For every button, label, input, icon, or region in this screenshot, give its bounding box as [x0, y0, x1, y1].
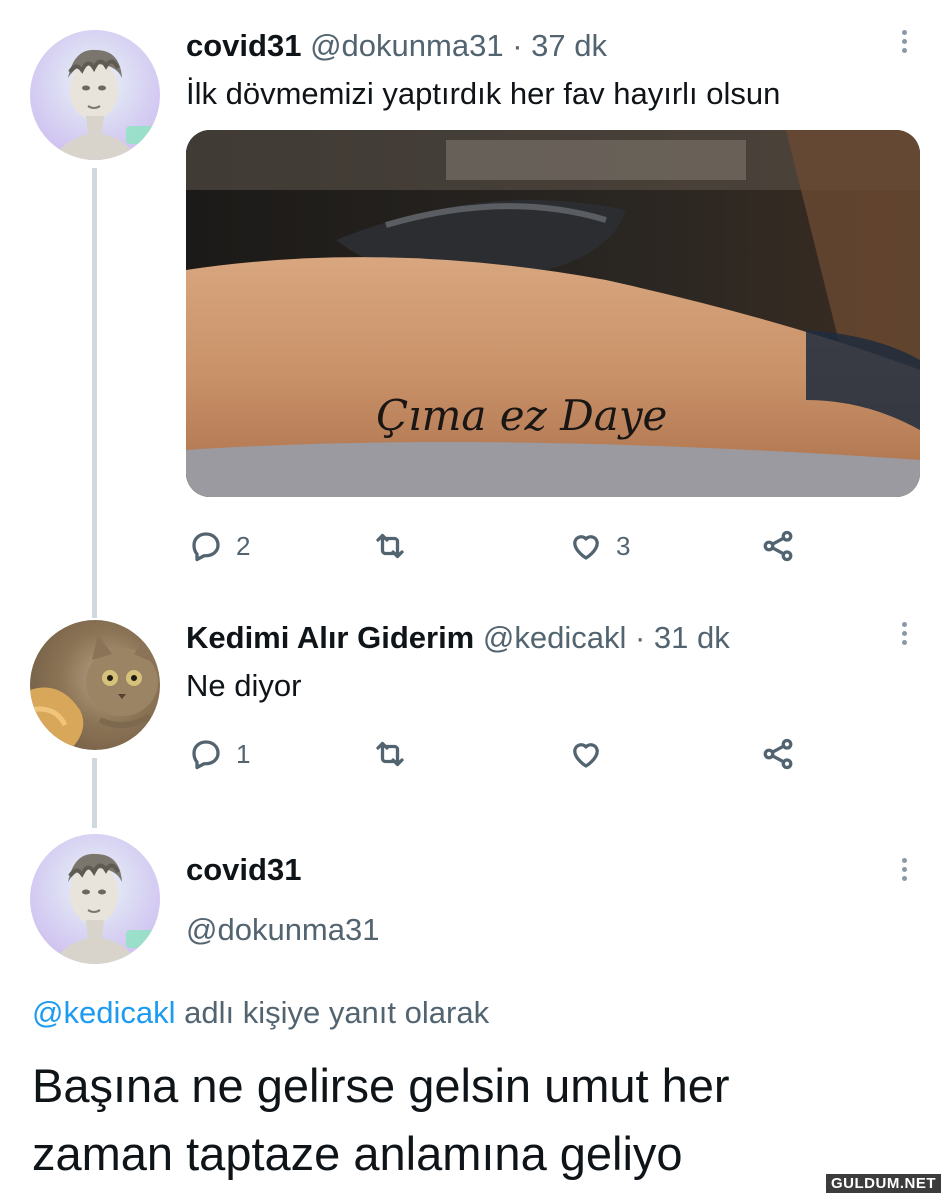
display-name[interactable]: covid31 — [186, 28, 301, 63]
retweet-button[interactable] — [372, 528, 420, 564]
tweet-text: İlk dövmemizi yaptırdık her fav hayırlı … — [186, 76, 781, 111]
timestamp[interactable]: 31 dk — [654, 620, 730, 655]
reply-button[interactable]: 1 — [188, 736, 250, 772]
reply-context-text: adlı kişiye yanıt olarak — [184, 995, 490, 1030]
handle[interactable]: @kedicakl — [483, 620, 626, 655]
watermark: GULDUM.NET — [826, 1174, 941, 1193]
tweet-header: covid31 @dokunma31 · 37 dk — [186, 28, 607, 64]
avatar[interactable] — [30, 620, 160, 750]
more-icon[interactable] — [899, 622, 909, 649]
more-icon[interactable] — [899, 858, 909, 885]
like-icon — [573, 535, 599, 560]
like-icon — [573, 743, 599, 768]
statue-avatar-image — [52, 49, 156, 160]
tweet-header: Kedimi Alır Giderim @kedicakl · 31 dk — [186, 620, 730, 656]
reply-mention-link[interactable]: @kedicakl — [32, 995, 175, 1030]
tweet-header: covid31 — [186, 852, 301, 888]
tattoo-text: Çıma ez Daye — [376, 391, 667, 440]
share-button[interactable] — [760, 528, 796, 564]
tweet-text: Ne diyor — [186, 668, 302, 703]
share-icon — [763, 530, 793, 562]
share-icon — [763, 738, 793, 770]
reply-button[interactable]: 2 — [188, 528, 250, 564]
like-button[interactable]: 3 — [568, 528, 630, 564]
tattoo-photo: Çıma ez Daye — [186, 130, 920, 497]
reply-count: 2 — [236, 530, 251, 561]
reply-icon — [192, 740, 220, 770]
retweet-icon — [376, 741, 404, 767]
retweet-button[interactable] — [372, 736, 420, 772]
tweet-photo[interactable]: Çıma ez Daye — [186, 130, 920, 497]
like-button[interactable] — [568, 736, 616, 772]
separator: · — [512, 28, 523, 63]
thread-connector — [92, 758, 97, 828]
share-button[interactable] — [760, 736, 796, 772]
more-icon[interactable] — [899, 30, 909, 57]
statue-avatar-image — [52, 853, 156, 964]
retweet-icon — [376, 533, 404, 559]
timestamp[interactable]: 37 dk — [531, 28, 607, 63]
reply-count: 1 — [236, 738, 251, 769]
display-name[interactable]: Kedimi Alır Giderim — [186, 620, 474, 655]
reply-context: @kedicakl adlı kişiye yanıt olarak — [32, 995, 489, 1031]
cat-avatar-image — [30, 634, 158, 750]
avatar[interactable] — [30, 30, 160, 160]
like-count: 3 — [616, 530, 631, 561]
thread-connector — [92, 168, 97, 618]
avatar[interactable] — [30, 834, 160, 964]
reply-icon — [192, 532, 220, 562]
display-name[interactable]: covid31 — [186, 852, 301, 887]
handle[interactable]: @dokunma31 — [186, 912, 379, 948]
tweet-text-line-1: Başına ne gelirse gelsin umut her — [32, 1059, 730, 1112]
handle[interactable]: @dokunma31 — [310, 28, 503, 63]
separator: · — [634, 620, 646, 655]
tweet-text-line-2: zaman taptaze anlamına geliyo — [32, 1127, 683, 1180]
